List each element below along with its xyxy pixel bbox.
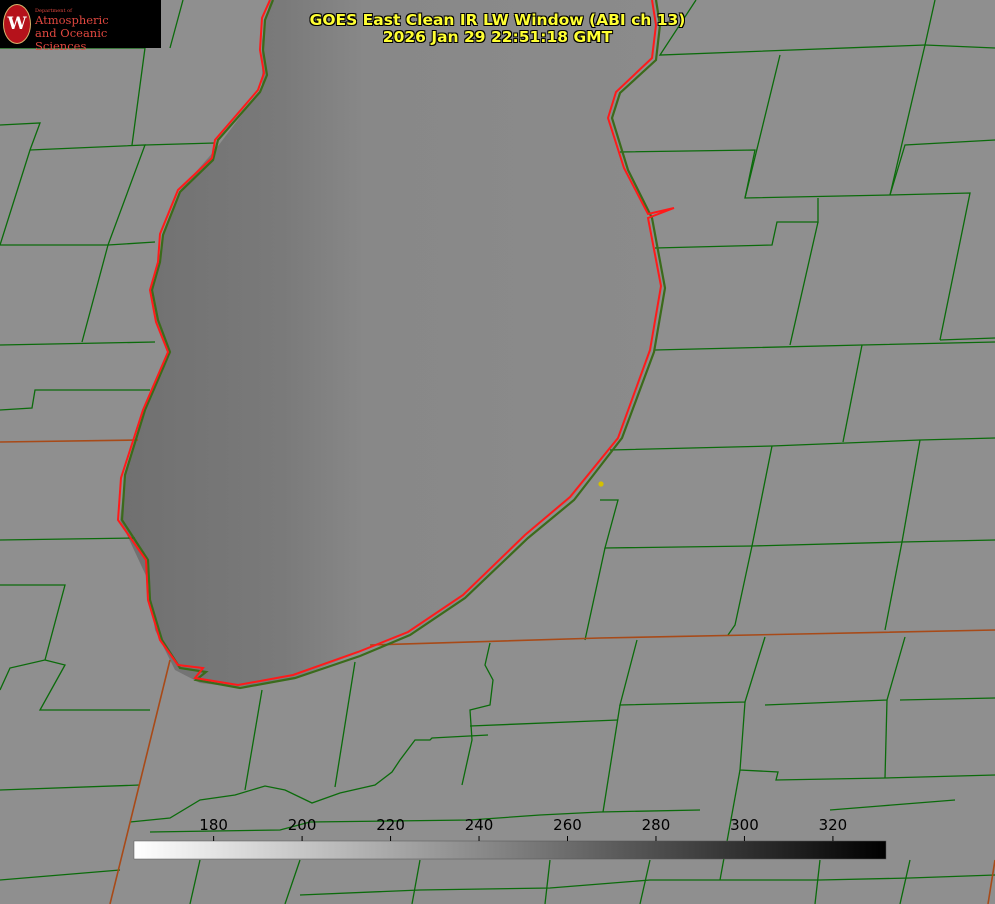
title-line1: GOES East Clean IR LW Window (ABI ch 13)	[309, 11, 686, 29]
title-timestamp: 2026 Jan 29 22:51:18 GMT	[382, 28, 613, 46]
city-marker	[598, 481, 604, 487]
satellite-map	[0, 0, 995, 904]
image-title: GOES East Clean IR LW Window (ABI ch 13)…	[0, 12, 995, 46]
